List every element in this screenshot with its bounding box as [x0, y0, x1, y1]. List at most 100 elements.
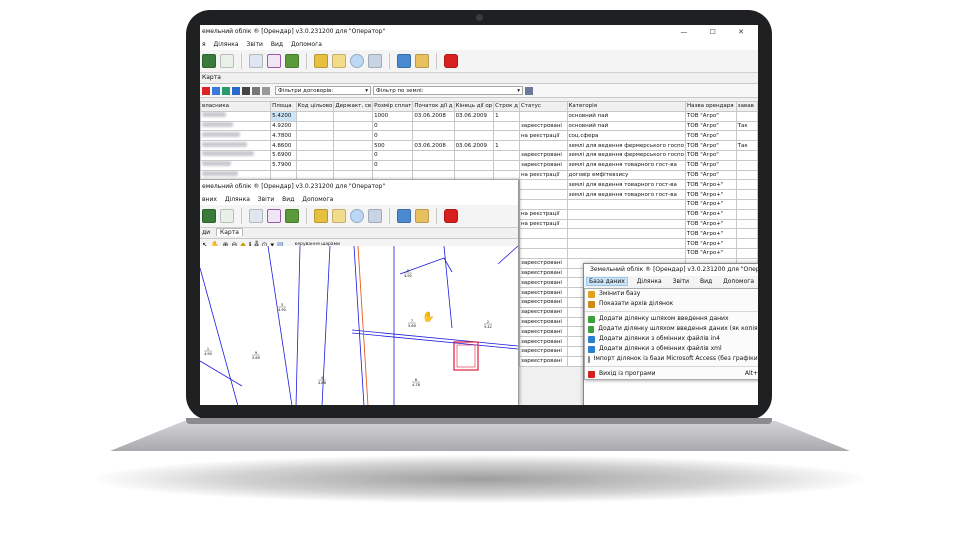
cell-extra[interactable]: Так: [735, 140, 758, 151]
form-icon[interactable]: [249, 54, 263, 68]
table-row[interactable]: 4.8600 500 03.06.2008 03.06.2009 1 землі для …: [200, 140, 758, 151]
cell-start[interactable]: 03.06.2008: [412, 110, 455, 122]
documents-icon[interactable]: [332, 54, 346, 68]
owner-cell[interactable]: [200, 120, 272, 132]
cell-end[interactable]: [453, 149, 495, 161]
cell-tenant[interactable]: ТОВ "Агро+": [685, 198, 737, 210]
chat-icon[interactable]: [350, 54, 364, 68]
cell-pay[interactable]: 500: [372, 140, 414, 151]
cell-term[interactable]: [493, 120, 520, 132]
cell-tenant[interactable]: ТОВ "Агро": [685, 169, 737, 181]
cell-status[interactable]: зареєстровані: [518, 316, 568, 328]
columns-icon[interactable]: [525, 86, 533, 95]
cell-extra[interactable]: [735, 149, 758, 161]
cell-cat[interactable]: землі для ведення фермерського госпо: [566, 140, 687, 151]
polyline-icon[interactable]: [267, 209, 281, 223]
menu-view[interactable]: Вид: [698, 278, 714, 285]
cell-start[interactable]: [412, 149, 455, 161]
cell-tenant[interactable]: ТОВ "Агро+": [685, 208, 737, 220]
cell-term[interactable]: 1: [493, 110, 520, 122]
cell-extra[interactable]: [735, 198, 758, 210]
owner-cell[interactable]: [200, 110, 272, 122]
reports-icon[interactable]: [368, 54, 382, 68]
menu-database[interactable]: я: [202, 41, 206, 48]
menu-item[interactable]: Додати ділянки з обмінних файлів xml: [585, 344, 758, 354]
menu-help[interactable]: Допомога: [721, 278, 756, 285]
cell-cat[interactable]: [566, 198, 687, 210]
grid-icon[interactable]: [202, 209, 216, 223]
cell-end[interactable]: 03.06.2009: [453, 110, 495, 122]
documents-icon[interactable]: [332, 209, 346, 223]
cell-extra[interactable]: Так: [735, 120, 758, 132]
cell-cat[interactable]: [566, 218, 687, 230]
cell-area[interactable]: 5.7900: [270, 159, 297, 171]
cell-tenant[interactable]: ТОВ "Агро": [685, 159, 737, 171]
cell-cat[interactable]: [566, 247, 687, 259]
column-header[interactable]: Площа: [270, 101, 297, 112]
window-controls[interactable]: — ☐ ✕: [680, 25, 754, 39]
power-icon[interactable]: [444, 54, 458, 68]
print-icon[interactable]: [262, 86, 270, 95]
cell-start[interactable]: 03.06.2008: [412, 140, 455, 151]
cell-cat[interactable]: основний пай: [566, 110, 687, 122]
cell-area[interactable]: 4.7800: [270, 130, 297, 142]
cell-term[interactable]: 1: [493, 140, 520, 151]
menu-parcel[interactable]: Ділянка: [214, 41, 239, 48]
tab-data[interactable]: ди: [202, 229, 210, 236]
cell-status[interactable]: зареєстровані: [518, 355, 568, 367]
menu-database[interactable]: вних: [202, 196, 217, 203]
menu-item[interactable]: Показати архів ділянок: [585, 299, 758, 309]
menu-help[interactable]: Допомога: [302, 196, 333, 203]
cell-status[interactable]: [518, 189, 568, 200]
menu-parcel[interactable]: Ділянка: [225, 196, 250, 203]
column-header[interactable]: завав: [735, 101, 758, 112]
cell-end[interactable]: [453, 120, 495, 132]
cell-status[interactable]: на реєстрації: [518, 218, 568, 230]
cell-tenant[interactable]: ТОВ "Агро+": [685, 179, 737, 191]
land-filter-select[interactable]: Фільтр по землі: ▾: [373, 86, 523, 95]
cell-cat[interactable]: [566, 208, 687, 220]
cell-status[interactable]: на реєстрації: [518, 130, 568, 142]
cell-tenant[interactable]: ТОВ "Агро+": [685, 228, 737, 240]
cell-tenant[interactable]: ТОВ "Агро": [685, 130, 737, 142]
cell-status[interactable]: на реєстрації: [518, 169, 568, 181]
empty-cell[interactable]: [295, 110, 335, 122]
cell-cat[interactable]: землі для ведення товарного гост-ва: [566, 189, 687, 200]
move-icon[interactable]: [397, 209, 411, 223]
cell-status[interactable]: зареєстровані: [518, 277, 568, 289]
cell-cat[interactable]: землі для ведення товарного гост-ва: [566, 179, 687, 191]
column-header[interactable]: Строк д: [493, 101, 520, 112]
column-header[interactable]: Статус: [518, 101, 568, 112]
cell-term[interactable]: [493, 130, 520, 142]
table-row[interactable]: 4.9200 0 зареєстровані основний пай ТОВ "Агр…: [200, 120, 758, 132]
table-row[interactable]: 5.6900 0 зареєстровані землі для ведення фе…: [200, 149, 758, 161]
map-icon[interactable]: [285, 209, 299, 223]
menu-item[interactable]: Додати ділянки з обмінних файлів in4: [585, 334, 758, 344]
cell-extra[interactable]: [735, 179, 758, 191]
cell-status[interactable]: зареєстровані: [518, 159, 568, 171]
cell-cat[interactable]: [566, 228, 687, 240]
menu-item[interactable]: Додати ділянку шляхом введення даних: [585, 314, 758, 324]
cell-tenant[interactable]: ТОВ "Агро+": [685, 218, 737, 230]
empty-cell[interactable]: [295, 120, 335, 132]
cell-status[interactable]: зареєстровані: [518, 306, 568, 318]
cell-status[interactable]: [518, 228, 568, 240]
cell-extra[interactable]: [735, 228, 758, 240]
cell-status[interactable]: на реєстрації: [518, 208, 568, 220]
cell-pay[interactable]: 0: [372, 120, 414, 132]
selected-parcel[interactable]: [453, 341, 479, 371]
filter-icon[interactable]: [212, 86, 220, 95]
cell-pay[interactable]: 0: [372, 149, 414, 161]
cell-status[interactable]: зареєстровані: [518, 257, 568, 269]
folder-icon[interactable]: [415, 54, 429, 68]
grid-icon[interactable]: [202, 54, 216, 68]
cell-extra[interactable]: [735, 247, 758, 259]
cell-cat[interactable]: землі для ведення товарного гост-ва: [566, 159, 687, 171]
cell-extra[interactable]: [735, 159, 758, 171]
owner-cell[interactable]: [200, 130, 272, 142]
menu-database-active[interactable]: База даних: [586, 277, 628, 286]
table-row[interactable]: 4.7800 0 на реєстрації соц.сфера ТОВ "Агро": [200, 130, 758, 142]
filter-add-icon[interactable]: [222, 86, 230, 95]
chat-icon[interactable]: [350, 209, 364, 223]
form-icon[interactable]: [249, 209, 263, 223]
